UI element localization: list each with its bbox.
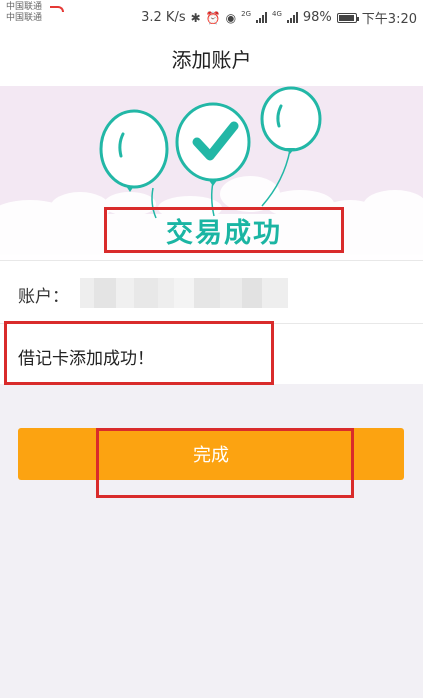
account-row: 账户： — [0, 260, 423, 324]
network-speed: 3.2 K/s — [141, 10, 186, 25]
success-title: 交易成功 — [166, 217, 282, 249]
network-2g-label: 2G — [241, 9, 251, 18]
signal-icon-2 — [286, 12, 298, 23]
eye-icon: ◉ — [225, 10, 237, 25]
signal-icon — [256, 12, 267, 23]
success-highlight-box: 交易成功 — [104, 207, 344, 253]
carrier-name-2: 中国联通 — [6, 13, 43, 23]
finish-highlight-box — [96, 428, 354, 498]
balloon-check-icon — [175, 102, 251, 186]
network-4g-label: 4G — [272, 9, 282, 18]
status-bar: 中国联通 中国联通 3.2 K/s ✱ ⏰ ◉ 2G 4G 98% 下午3:20 — [0, 0, 423, 32]
bluetooth-icon: ✱ — [190, 10, 201, 25]
clock-time: 下午3:20 — [361, 12, 417, 27]
status-indicators: 3.2 K/s ✱ ⏰ ◉ 2G 4G 98% 下午3:20 — [141, 8, 417, 28]
title-bar: 添加账户 — [0, 32, 423, 86]
balloon-right-icon — [260, 86, 322, 154]
carrier-info: 中国联通 中国联通 — [6, 2, 64, 24]
balloon-left-icon — [99, 109, 169, 192]
carrier-flag-icon — [50, 6, 64, 12]
message-highlight-box — [4, 321, 274, 385]
account-label: 账户： — [18, 287, 69, 307]
carrier-name-1: 中国联通 — [6, 2, 43, 12]
battery-icon — [336, 12, 359, 23]
alarm-icon: ⏰ — [205, 10, 221, 25]
battery-percent: 98% — [302, 10, 332, 25]
account-number-masked — [80, 278, 288, 308]
page-title: 添加账户 — [171, 48, 252, 72]
